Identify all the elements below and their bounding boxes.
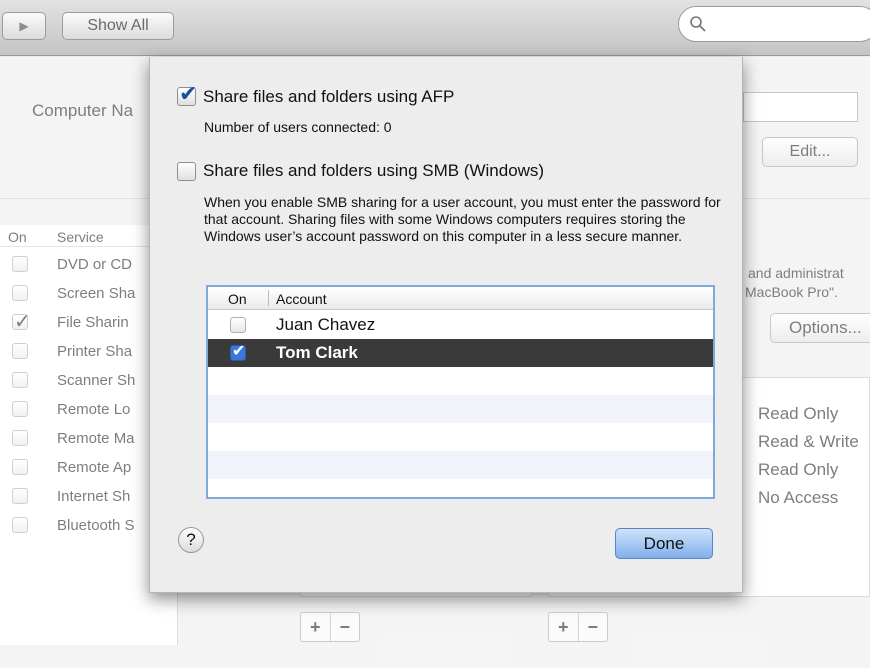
empty-row [208, 423, 713, 451]
help-button[interactable]: ? [178, 527, 204, 553]
afp-label[interactable]: Share files and folders using AFP [203, 87, 454, 107]
accounts-header-account: Account [276, 291, 327, 307]
accounts-table: On Account Juan Chavez Tom Clark [206, 285, 715, 499]
account-row[interactable]: Tom Clark [208, 339, 713, 367]
smb-checkbox[interactable] [177, 162, 196, 181]
file-sharing-options-sheet: Share files and folders using AFP Number… [149, 57, 743, 593]
accounts-header-on: On [228, 291, 247, 307]
search-field[interactable] [678, 6, 870, 42]
show-all-label: Show All [87, 17, 149, 34]
account-checkbox[interactable] [230, 341, 246, 361]
forward-button[interactable]: ▶ [2, 12, 46, 40]
account-name: Juan Chavez [276, 315, 376, 334]
search-icon [690, 16, 706, 32]
show-all-button[interactable]: Show All [62, 12, 174, 40]
done-button-label: Done [643, 533, 685, 553]
empty-row [208, 451, 713, 479]
smb-label[interactable]: Share files and folders using SMB (Windo… [203, 161, 544, 181]
accounts-table-header: On Account [208, 287, 713, 310]
account-name: Tom Clark [276, 343, 358, 362]
smb-description: When you enable SMB sharing for a user a… [204, 194, 721, 244]
help-icon: ? [186, 530, 196, 549]
users-connected-text: Number of users connected: 0 [204, 119, 392, 135]
done-button[interactable]: Done [615, 528, 713, 559]
empty-row [208, 395, 713, 423]
account-checkbox[interactable] [230, 317, 246, 333]
play-triangle-icon: ▶ [19, 19, 29, 33]
account-row[interactable]: Juan Chavez [208, 311, 713, 339]
toolbar: ▶ Show All [0, 0, 870, 56]
header-divider [268, 290, 269, 306]
afp-checkbox[interactable] [177, 81, 197, 107]
